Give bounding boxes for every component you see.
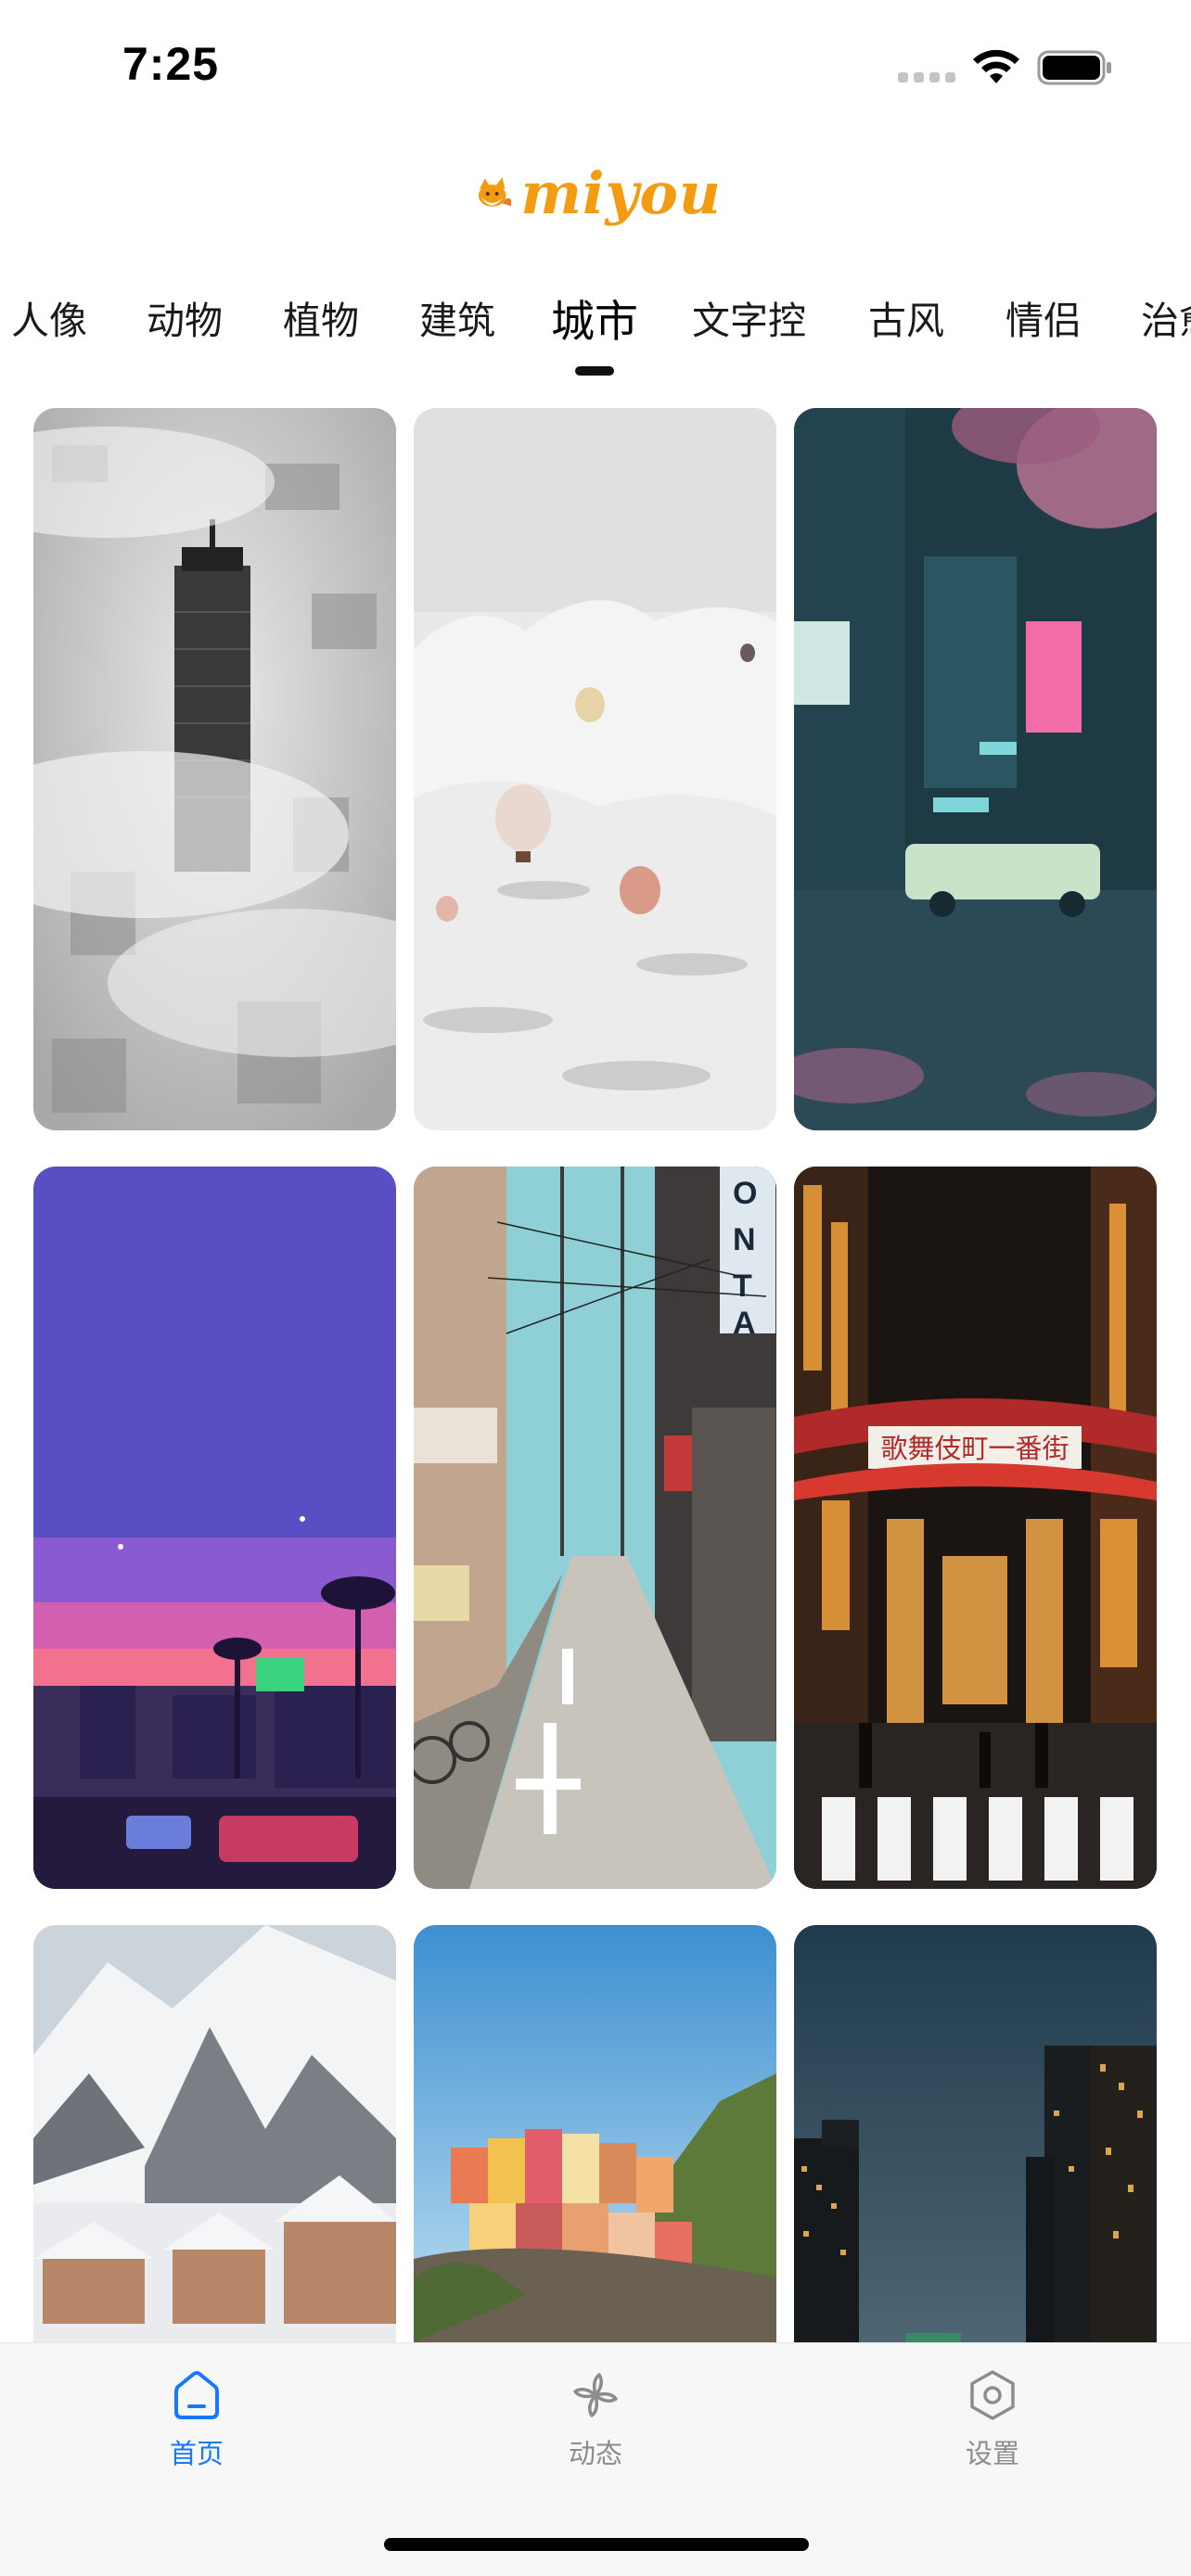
wallpaper-card[interactable] [414,408,776,1130]
tab-ancient-style[interactable]: 古风 [868,289,944,345]
wallpaper-card[interactable]: O N T A [414,1167,776,1889]
wifi-icon [973,49,1019,83]
nav-home-label: 首页 [169,2438,224,2469]
tab-city[interactable]: 城市 [551,286,638,350]
tab-couples[interactable]: 情侣 [1005,289,1082,345]
home-indicator [384,2538,809,2551]
pinwheel-icon [573,2373,618,2417]
nav-settings-label: 设置 [965,2438,1019,2469]
home-icon [174,2371,219,2419]
wallpaper-card[interactable] [33,1925,396,2342]
wallpaper-card[interactable] [794,408,1157,1130]
wallpaper-card[interactable] [794,1925,1157,2342]
tab-healing[interactable]: 治愈 [1141,289,1191,345]
nav-settings[interactable]: 设置 [900,2367,1085,2471]
wallpaper-grid: O N T A 歌舞伎町一番街 [33,408,1158,2342]
nav-feed-label: 动态 [568,2438,622,2469]
battery-icon [1037,50,1111,85]
settings-hexagon-icon [970,2370,1015,2420]
nav-feed[interactable]: 动态 [503,2367,688,2471]
svg-text:N: N [733,1222,756,1257]
status-time: 7:25 [122,38,220,90]
tab-text[interactable]: 文字控 [692,289,806,345]
active-tab-indicator [575,366,614,376]
logo-text: miyou [520,159,722,227]
wallpaper-card[interactable] [33,408,396,1130]
cellular-signal-icon [898,72,955,83]
tab-animals[interactable]: 动物 [147,289,223,345]
tab-portrait[interactable]: 人像 [11,289,87,345]
tab-plants[interactable]: 植物 [283,289,359,345]
wallpaper-card[interactable] [33,1167,396,1889]
sign-text: 歌舞伎町一番街 [880,1433,1069,1464]
status-bar: 7:25 [0,0,1191,130]
nav-home[interactable]: 首页 [104,2367,289,2471]
wallpaper-card[interactable] [414,1925,776,2342]
sign-text: O [733,1176,757,1211]
svg-text:T: T [733,1269,752,1304]
fox-icon [478,177,512,207]
tab-architecture[interactable]: 建筑 [419,289,495,345]
svg-text:A: A [733,1306,756,1341]
wallpaper-card[interactable]: 歌舞伎町一番街 [794,1167,1157,1889]
app-logo: miyou [475,148,722,237]
